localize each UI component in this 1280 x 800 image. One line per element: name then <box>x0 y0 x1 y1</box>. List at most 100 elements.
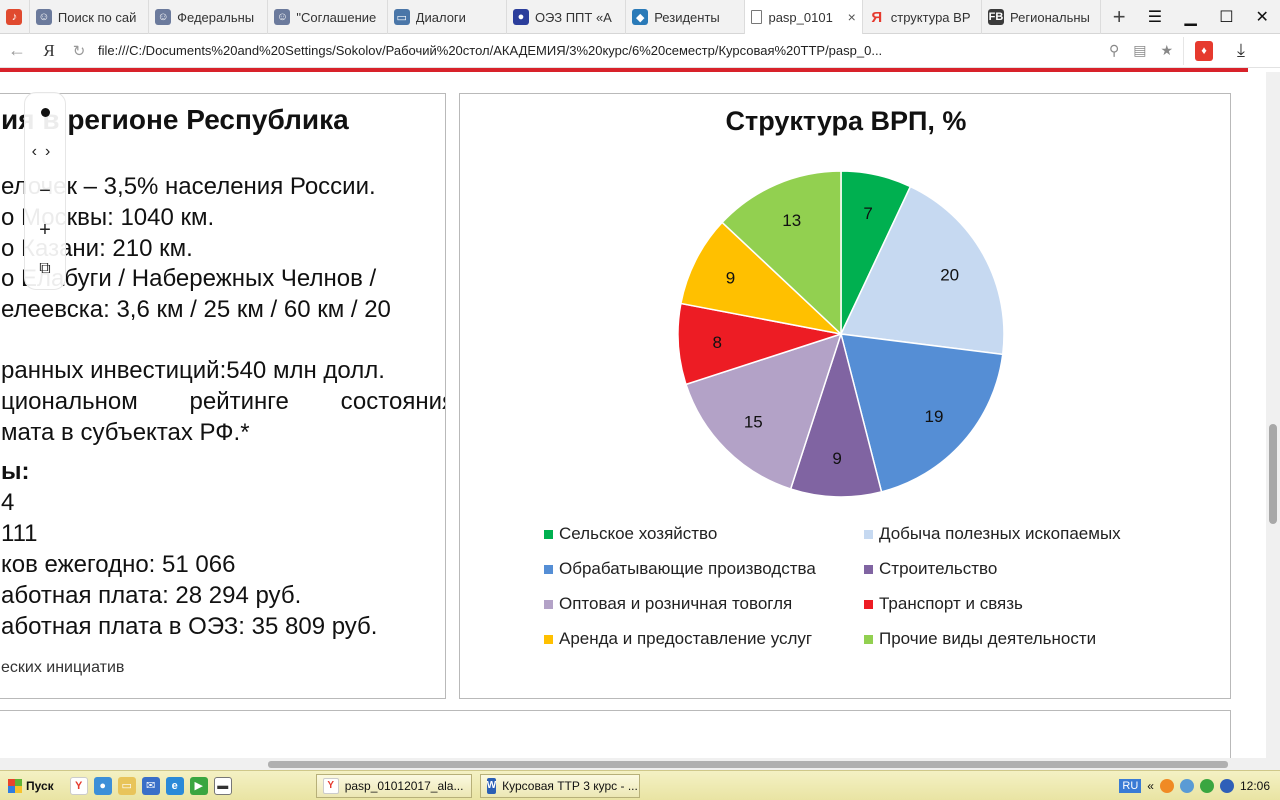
vertical-scrollbar[interactable] <box>1266 72 1280 758</box>
start-button[interactable]: Пуск <box>2 774 60 798</box>
downloads-button[interactable]: ⤓ <box>1224 34 1258 68</box>
reader-icon[interactable]: ▤ <box>1133 42 1146 59</box>
fb-icon: FB <box>988 9 1005 25</box>
messenger-icon[interactable]: ● <box>93 776 112 795</box>
clock[interactable]: 12:06 <box>1240 779 1270 793</box>
horizontal-scrollbar[interactable] <box>0 758 1266 770</box>
url-field[interactable]: file:///C:/Documents%20and%20Settings/So… <box>94 36 1184 65</box>
tab-label: структура ВР <box>890 9 971 25</box>
slice-data-label: 7 <box>863 204 872 223</box>
outlook-icon[interactable]: ✉ <box>141 776 160 795</box>
climate-line: мата в субъектах РФ.* <box>1 419 250 446</box>
legend-label: Добыча полезных ископаемых <box>879 524 1121 543</box>
close-icon: ✕ <box>1255 8 1269 26</box>
start-label: Пуск <box>26 778 54 793</box>
download-icon: ⤓ <box>1237 40 1245 60</box>
chevron-right-icon[interactable]: › <box>45 143 58 161</box>
tab-label: pasp_0101 <box>768 9 833 25</box>
legend-entry: Оптовая и розничная товогля <box>544 594 864 614</box>
legend-label: Сельское хозяйство <box>559 524 718 543</box>
windows-taskbar: Пуск Y ● ▭ ✉ e ▶ ▬ Y pasp_01012017_ala..… <box>0 770 1280 800</box>
tray-app-icon[interactable] <box>1179 778 1194 793</box>
browser-tab[interactable]: ☺ Федеральны <box>149 0 269 34</box>
zoom-in-button[interactable]: + <box>24 211 66 250</box>
url-icons: ⚲ ▤ ★ <box>1099 42 1183 59</box>
protect-extension-button[interactable]: ♦ <box>1184 34 1224 68</box>
legend-label: Оптовая и розничная товогля <box>559 594 793 613</box>
language-indicator[interactable]: RU <box>1119 778 1142 793</box>
reload-button[interactable]: ↻ <box>64 34 94 68</box>
avatar-icon: ☺ <box>274 9 291 25</box>
yandex-logo[interactable]: Я <box>34 34 64 68</box>
browser-tab[interactable]: ● ОЭЗ ППТ «А <box>507 0 627 34</box>
stats-heading: ы: <box>1 458 30 485</box>
taskbar-item-browser[interactable]: Y pasp_01012017_ala... <box>315 773 472 798</box>
avatar-icon: ☺ <box>155 9 172 25</box>
browser-tab[interactable]: ◆ Резиденты <box>626 0 746 34</box>
browser-tab[interactable]: ☺ "Соглашение <box>268 0 388 34</box>
minimize-button[interactable]: ▁ <box>1173 0 1209 33</box>
stat-line: ков ежегодно: 51 066 <box>1 551 236 578</box>
show-desktop-icon[interactable]: ▬ <box>213 776 232 795</box>
tab-bar: ♪ ☺ Поиск по сай ☺ Федеральны ☺ "Соглашение ▭ Ди… <box>0 0 1280 34</box>
new-tab-button[interactable]: + <box>1101 0 1137 33</box>
browser-tab[interactable]: FB Региональны <box>982 0 1102 34</box>
fit-page-button[interactable]: ⧉ <box>24 250 66 289</box>
url-text: file:///C:/Documents%20and%20Settings/So… <box>98 43 883 58</box>
slice-data-label: 9 <box>832 449 841 468</box>
legend-swatch <box>544 599 553 609</box>
info-line: елеевска: 3,6 км / 25 км / 60 км / 20 <box>1 296 391 323</box>
help-icon[interactable] <box>1219 778 1234 793</box>
zoom-out-button[interactable]: − <box>24 171 66 210</box>
tab-label: Региональны <box>1010 9 1090 25</box>
shield-icon: ♦ <box>1195 40 1213 61</box>
legend-swatch <box>864 599 873 609</box>
chart-legend: Сельское хозяйство Добыча полезных ископа… <box>544 524 1184 649</box>
legend-label: Прочие виды деятельности <box>879 629 1097 648</box>
slice-data-label: 8 <box>713 333 722 352</box>
tab-active[interactable]: pasp_0101 × <box>745 0 863 34</box>
close-window-button[interactable]: ✕ <box>1244 0 1280 33</box>
stat-line: 4 <box>1 489 15 516</box>
star-icon[interactable]: ★ <box>1160 42 1173 59</box>
horizontal-scroll-thumb[interactable] <box>268 761 1228 768</box>
menu-button[interactable]: ☰ <box>1137 0 1173 33</box>
legend-entry: Аренда и предоставление услуг <box>544 629 864 649</box>
reload-icon: ↻ <box>72 42 86 60</box>
back-button[interactable]: ← <box>0 34 34 68</box>
rating-line: циональном рейтинге состояния <box>1 388 445 416</box>
folder-icon[interactable]: ▭ <box>117 776 136 795</box>
search-icon[interactable]: ⚲ <box>1109 42 1119 59</box>
legend-label: Строительство <box>879 559 998 578</box>
close-tab-icon[interactable]: × <box>848 9 856 25</box>
rating-word: циональном <box>1 388 138 415</box>
minimize-icon: ▁ <box>1184 8 1197 26</box>
diamond-icon: ◆ <box>632 9 649 25</box>
plus-icon: + <box>39 218 51 241</box>
taskbar-item-word[interactable]: W Курсовая ТТР 3 курс - ... <box>479 773 640 798</box>
tray-app-icon[interactable] <box>1159 778 1174 793</box>
yandex-browser-icon[interactable]: Y <box>69 776 88 795</box>
chevron-left-icon[interactable]: ‹ <box>32 143 45 161</box>
chat-icon: ▭ <box>393 9 410 25</box>
legend-label: Аренда и предоставление услуг <box>559 629 813 648</box>
drag-handle[interactable] <box>24 93 66 132</box>
vertical-scroll-thumb[interactable] <box>1269 424 1277 524</box>
document-viewport[interactable]: ия в регионе Республика елочек – 3,5% на… <box>0 72 1266 758</box>
footnote: еских инициатив <box>1 659 125 676</box>
next-slide <box>0 710 1231 758</box>
internet-explorer-icon[interactable]: e <box>165 776 184 795</box>
page-nav-buttons[interactable]: ‹ › <box>24 132 66 171</box>
rating-word: рейтинге <box>189 388 289 415</box>
browser-tab[interactable]: ▭ Диалоги <box>388 0 507 34</box>
word-icon: W <box>486 777 497 794</box>
network-icon[interactable] <box>1199 778 1214 793</box>
browser-tab[interactable]: Яструктура ВР <box>863 0 983 34</box>
media-player-icon[interactable]: ▶ <box>189 776 208 795</box>
tab-label: Поиск по сай <box>57 9 137 25</box>
browser-tab[interactable]: ☺ Поиск по сай <box>30 0 150 34</box>
browser-tab[interactable]: ♪ <box>0 0 30 34</box>
maximize-button[interactable]: ☐ <box>1209 0 1245 33</box>
menu-icon: ☰ <box>1147 8 1163 26</box>
tray-expand-icon[interactable]: « <box>1147 779 1154 793</box>
